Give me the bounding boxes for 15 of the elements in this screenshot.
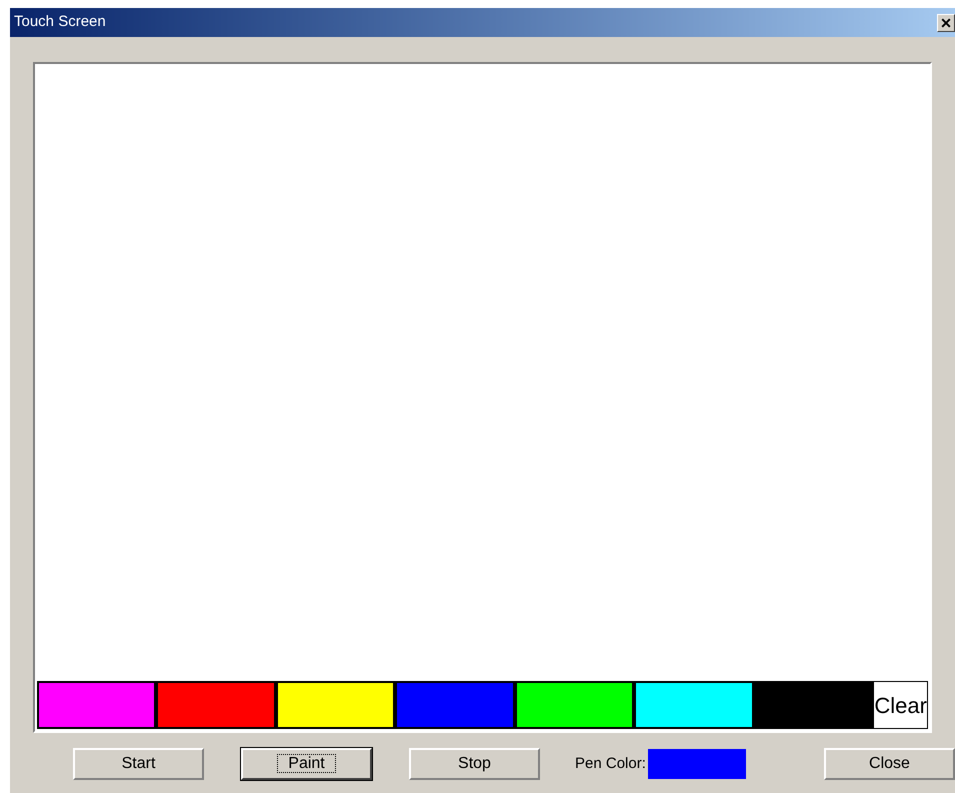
color-swatch[interactable] [276, 681, 396, 729]
push-button[interactable]: Stop [409, 748, 540, 780]
color-swatch[interactable] [37, 681, 156, 729]
push-button[interactable]: Start [73, 748, 204, 780]
push-button[interactable]: Paint [241, 748, 372, 780]
color-swatch[interactable] [514, 681, 634, 729]
window-title: Touch Screen [14, 12, 106, 32]
color-swatch[interactable] [156, 681, 276, 729]
color-swatch[interactable] [634, 681, 754, 729]
close-button[interactable]: × [937, 14, 955, 32]
pen-color-label: Pen Color: [575, 754, 646, 774]
clear-button[interactable]: Clear [873, 681, 928, 729]
color-swatch[interactable] [754, 681, 874, 729]
color-swatch[interactable] [395, 681, 515, 729]
close-button[interactable]: Close [824, 748, 955, 780]
